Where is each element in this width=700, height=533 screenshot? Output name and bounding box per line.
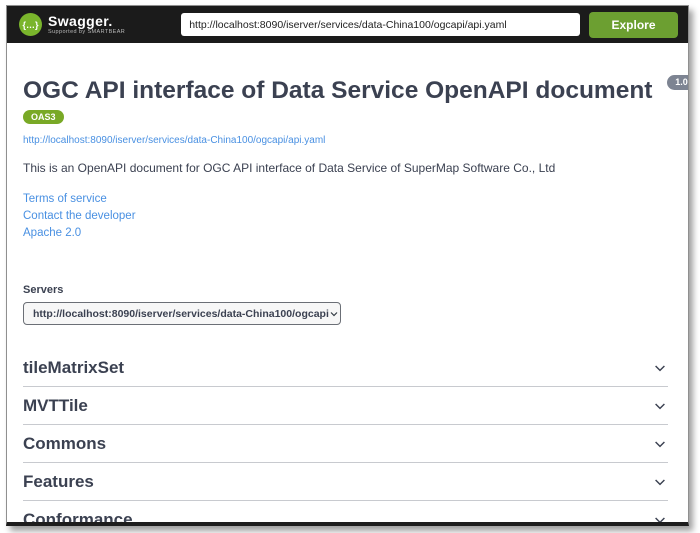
screenshot-frame: {…} Swagger. Supported by SMARTBEAR Expl… [6, 5, 689, 526]
chevron-down-icon [652, 512, 668, 522]
logo-text: Swagger. Supported by SMARTBEAR [48, 14, 125, 36]
contact-developer-link[interactable]: Contact the developer [23, 208, 136, 225]
section-features[interactable]: Features [23, 463, 668, 502]
api-description: This is an OpenAPI document for OGC API … [23, 161, 556, 176]
chevron-down-icon [652, 360, 668, 376]
section-mvttile[interactable]: MVTTile [23, 387, 668, 426]
swagger-logo-icon: {…} [19, 13, 42, 36]
servers-label: Servers [23, 284, 64, 297]
section-label: Features [23, 471, 94, 491]
section-label: MVTTile [23, 395, 88, 415]
page-title: OGC API interface of Data Service OpenAP… [23, 75, 688, 105]
logo-subtitle: Supported by SMARTBEAR [48, 28, 126, 35]
license-link[interactable]: Apache 2.0 [23, 225, 81, 242]
spec-url-link[interactable]: http://localhost:8090/iserver/services/d… [23, 135, 325, 146]
topbar: {…} Swagger. Supported by SMARTBEAR Expl… [7, 6, 688, 43]
section-tilematrixset[interactable]: tileMatrixSet [23, 349, 668, 388]
section-commons[interactable]: Commons [23, 425, 668, 464]
section-label: tileMatrixSet [23, 357, 125, 377]
api-tag-list: tileMatrixSet MVTTile Commons Features C… [23, 349, 668, 526]
servers-selected-url: http://localhost:8090/iserver/services/d… [33, 307, 329, 320]
servers-section: Servers http://localhost:8090/iserver/se… [23, 284, 668, 326]
servers-select[interactable]: http://localhost:8090/iserver/services/d… [23, 302, 341, 326]
oas3-badge: OAS3 [23, 110, 64, 125]
chevron-down-icon [652, 398, 668, 414]
main-content: OGC API interface of Data Service OpenAP… [7, 75, 688, 526]
info-links: Terms of service Contact the developer A… [23, 191, 668, 242]
chevron-down-icon [652, 474, 668, 490]
section-label: Conformance [23, 509, 133, 526]
section-conformance[interactable]: Conformance [23, 501, 668, 526]
section-label: Commons [23, 433, 107, 453]
chevron-down-icon [652, 436, 668, 452]
version-badge: 1.0 [667, 75, 688, 90]
swagger-logo[interactable]: {…} Swagger. Supported by SMARTBEAR [19, 13, 125, 36]
explore-button[interactable]: Explore [589, 11, 678, 38]
chevron-down-icon [329, 309, 339, 319]
logo-title: Swagger. [48, 12, 113, 29]
spec-url-input[interactable] [181, 13, 580, 36]
terms-of-service-link[interactable]: Terms of service [23, 191, 107, 208]
page-title-text: OGC API interface of Data Service OpenAP… [23, 77, 653, 104]
